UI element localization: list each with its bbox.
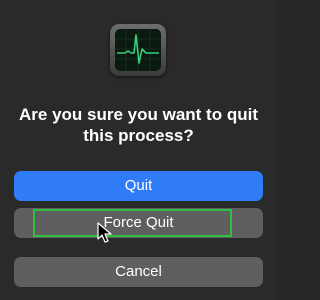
activity-monitor-screen	[115, 29, 161, 71]
cancel-button[interactable]: Cancel	[14, 257, 263, 287]
quit-process-dialog: Are you sure you want to quit this proce…	[0, 0, 277, 300]
dialog-message: Are you sure you want to quit this proce…	[19, 105, 258, 145]
mouse-cursor-icon	[97, 222, 112, 243]
activity-monitor-icon	[110, 24, 166, 76]
quit-button[interactable]: Quit	[14, 171, 263, 201]
force-quit-button[interactable]: Force Quit	[14, 208, 263, 238]
